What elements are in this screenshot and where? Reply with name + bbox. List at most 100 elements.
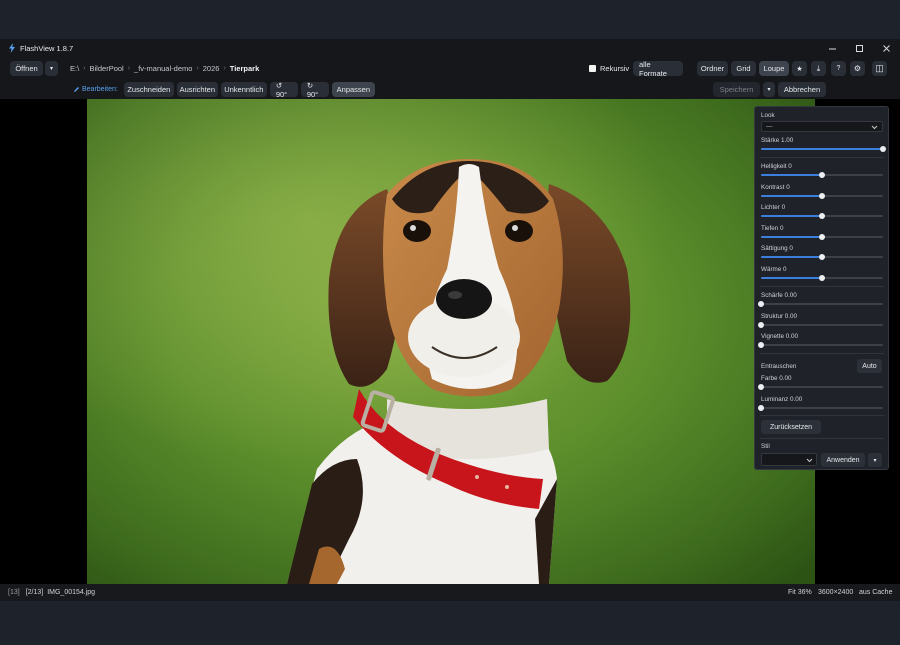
highlights-slider[interactable] — [761, 212, 883, 219]
minimize-icon — [829, 48, 836, 49]
crop-button[interactable]: Zuschneiden — [123, 82, 174, 97]
shadows-slider[interactable] — [761, 233, 883, 240]
breadcrumb-separator-icon: › — [196, 64, 199, 72]
formats-filter-button[interactable]: alle Formate — [633, 60, 683, 78]
contrast-slider[interactable] — [761, 192, 883, 199]
warmth-label: Wärme 0 — [761, 266, 787, 273]
style-label: Stil — [761, 443, 770, 450]
breadcrumb-folder-bilderpool[interactable]: BilderPool — [90, 64, 124, 73]
recursive-toggle[interactable]: Rekursiv — [589, 61, 629, 76]
maximize-icon — [856, 44, 863, 52]
apply-menu-button[interactable]: ▾ — [868, 453, 882, 467]
adjust-panel: Look — Stärke 1.00 Helligkeit 0 Kontrast… — [754, 106, 889, 470]
divider — [760, 286, 884, 287]
view-loupe-button[interactable]: Loupe — [759, 61, 789, 76]
breadcrumb-separator-icon: › — [223, 64, 226, 72]
look-select[interactable]: — — [761, 121, 883, 132]
apply-style-button[interactable]: Anwenden — [821, 453, 865, 467]
gear-icon: ⚙ — [853, 64, 862, 73]
main-toolbar: Öffnen ▾ E:\ › BilderPool › _fv-manual-d… — [0, 57, 900, 79]
file-position: [2/13] — [25, 589, 44, 596]
help-icon: ? — [836, 65, 841, 72]
adjust-button[interactable]: Anpassen — [331, 82, 375, 97]
chevron-down-icon: ▾ — [767, 87, 771, 93]
denoise-label: Entrauschen — [761, 363, 797, 370]
chevron-down-icon: ▾ — [50, 65, 54, 72]
close-icon — [883, 44, 890, 52]
title-bar: FlashView 1.8.7 — [0, 39, 900, 57]
breadcrumb-folder-demo[interactable]: _fv-manual-demo — [134, 64, 192, 73]
file-name: IMG_00154.jpg — [47, 589, 96, 596]
vignette-label: Vignette 0.00 — [761, 333, 798, 340]
divider — [760, 157, 884, 158]
color-noise-slider[interactable] — [758, 383, 883, 390]
star-icon: ★ — [796, 65, 803, 73]
maximize-button[interactable] — [846, 39, 873, 57]
download-icon: ⤓ — [816, 63, 821, 73]
sharpness-label: Schärfe 0.00 — [761, 292, 797, 299]
blur-button[interactable]: Unkenntlich — [220, 82, 267, 97]
saturation-label: Sättigung 0 — [761, 245, 793, 252]
view-folder-button[interactable]: Ordner — [697, 61, 728, 76]
image-dimensions: 3600×2400 — [818, 589, 854, 596]
edit-mode-label: Bearbeiten: — [73, 86, 118, 93]
app-window: FlashView 1.8.7 Öffnen ▾ E:\ › BilderPoo… — [0, 39, 900, 601]
divider — [760, 415, 884, 416]
structure-slider[interactable] — [758, 321, 883, 328]
breadcrumb-separator-icon: › — [83, 64, 86, 72]
toggle-panel-button[interactable]: ◫ — [872, 61, 887, 76]
open-button[interactable]: Öffnen — [10, 60, 43, 76]
divider — [760, 438, 884, 439]
strength-label: Stärke 1.00 — [761, 137, 794, 144]
breadcrumb-separator-icon: › — [127, 64, 131, 72]
view-grid-button[interactable]: Grid — [731, 61, 756, 76]
divider — [760, 353, 884, 354]
minimize-button[interactable] — [819, 39, 846, 57]
window-title: FlashView 1.8.7 — [20, 43, 74, 53]
brightness-slider[interactable] — [761, 171, 883, 178]
breadcrumb-folder-year[interactable]: 2026 — [203, 64, 220, 73]
warmth-slider[interactable] — [761, 274, 883, 281]
rotate-right-button[interactable]: ↻ 90° — [300, 81, 329, 99]
straighten-button[interactable]: Ausrichten — [176, 82, 218, 97]
rotate-left-button[interactable]: ↺ 90° — [269, 81, 298, 99]
open-menu-button[interactable]: ▾ — [45, 60, 58, 76]
file-count: [13] — [8, 589, 20, 596]
vignette-slider[interactable] — [758, 341, 883, 348]
edit-toolbar: Bearbeiten: Zuschneiden Ausrichten Unken… — [0, 80, 900, 99]
pencil-icon — [74, 87, 79, 92]
denoise-auto-button[interactable]: Auto — [857, 359, 882, 373]
chevron-down-icon — [806, 458, 813, 463]
zoom-level: Fit 36% — [788, 589, 812, 596]
brightness-label: Helligkeit 0 — [761, 163, 792, 170]
reset-button[interactable]: Zurücksetzen — [761, 420, 821, 434]
luminance-noise-label: Luminanz 0.00 — [761, 396, 803, 403]
style-select[interactable] — [761, 453, 817, 466]
shadows-label: Tiefen 0 — [761, 225, 784, 232]
breadcrumb-drive[interactable]: E:\ — [70, 64, 79, 73]
image-viewer[interactable]: Look — Stärke 1.00 Helligkeit 0 Kontrast… — [0, 99, 900, 584]
look-label: Look — [761, 112, 775, 119]
close-button[interactable] — [873, 39, 900, 57]
save-button[interactable]: Speichern — [713, 82, 760, 97]
look-select-value: — — [766, 123, 773, 130]
strength-slider[interactable] — [761, 145, 886, 152]
edit-label-text: Bearbeiten: — [82, 86, 118, 93]
contrast-label: Kontrast 0 — [761, 184, 790, 191]
status-bar: [13] [2/13] IMG_00154.jpg Fit 36% 3600×2… — [0, 584, 900, 601]
image-source: aus Cache — [859, 589, 893, 596]
recursive-checkbox[interactable] — [589, 65, 596, 72]
side-panel-icon: ◫ — [875, 63, 884, 73]
saturation-slider[interactable] — [761, 253, 883, 260]
export-button[interactable]: ⤓ — [811, 61, 826, 76]
save-menu-button[interactable]: ▾ — [763, 82, 775, 97]
sharpness-slider[interactable] — [758, 300, 883, 307]
breadcrumb-current-folder[interactable]: Tierpark — [230, 64, 259, 73]
breadcrumb: E:\ › BilderPool › _fv-manual-demo › 202… — [70, 64, 259, 73]
settings-button[interactable]: ⚙ — [850, 61, 865, 76]
luminance-noise-slider[interactable] — [758, 404, 883, 411]
cancel-button[interactable]: Abbrechen — [778, 82, 826, 97]
help-button[interactable]: ? — [831, 61, 846, 76]
favorite-button[interactable]: ★ — [792, 61, 807, 76]
photo-beagle[interactable] — [87, 99, 815, 584]
